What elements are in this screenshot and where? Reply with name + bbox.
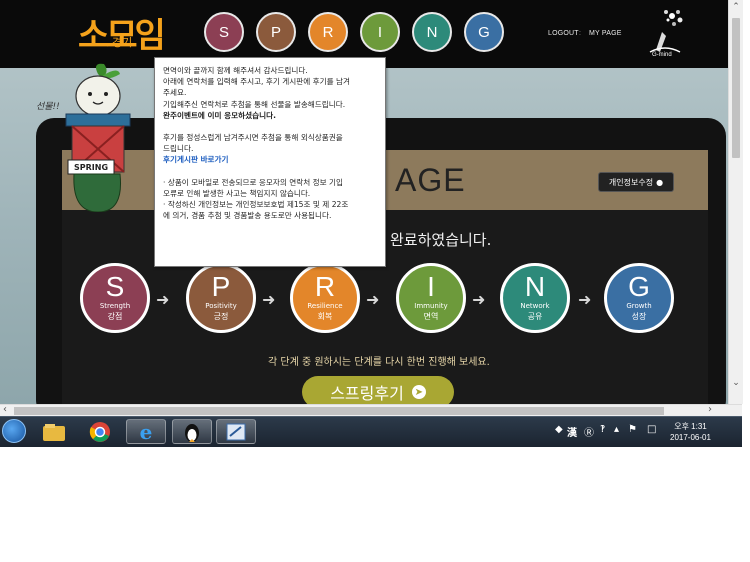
nav-p-button[interactable]: P bbox=[256, 12, 296, 52]
nav-g-button[interactable]: G bbox=[464, 12, 504, 52]
step-immunity-button[interactable]: I Immunity 면역 bbox=[396, 263, 466, 333]
step-letter: I bbox=[427, 271, 435, 302]
popup-line: 주세요. bbox=[163, 88, 187, 98]
mascot-character-icon: SPRING bbox=[65, 63, 131, 212]
chrome-icon[interactable] bbox=[80, 419, 120, 444]
step-resilience-button[interactable]: R Resilience 회복 bbox=[290, 263, 360, 333]
nav-i-button[interactable]: I bbox=[360, 12, 400, 52]
step-english: Growth bbox=[626, 302, 652, 310]
mypage-link[interactable]: MY PAGE bbox=[589, 30, 622, 37]
taskbar: e ◆ 漢 Ⓡ ‽ ▴ ⚑ □ 오후 1:31 2017-06-01 bbox=[0, 416, 742, 447]
step-korean: 긍정 bbox=[213, 312, 229, 321]
arrow-right-icon: ➜ bbox=[156, 290, 170, 309]
browser-viewport: 소모임 경기 S P R I N G LOGOUT : MY PAGE G-mi… bbox=[0, 0, 728, 404]
popup-note: · 작성하신 개인정보는 개인정보보호법 제15조 및 제 22조 bbox=[163, 200, 349, 210]
step-korean: 성장 bbox=[631, 312, 647, 321]
nav-r-button[interactable]: R bbox=[308, 12, 348, 52]
step-english: Positivity bbox=[205, 302, 237, 310]
ie-icon[interactable]: e bbox=[126, 419, 166, 444]
step-letter: P bbox=[211, 271, 231, 302]
step-positivity-button[interactable]: P Positivity 긍정 bbox=[186, 263, 256, 333]
edit-profile-button[interactable]: 개인정보수정 ● bbox=[598, 172, 674, 192]
tray-settings-icon[interactable]: ‽ bbox=[600, 424, 605, 435]
tray-network-icon[interactable]: ◆ bbox=[555, 424, 563, 435]
edit-profile-label: 개인정보수정 bbox=[608, 177, 654, 187]
tray-expand-icon[interactable]: ▴ bbox=[614, 424, 619, 435]
review-button-label: 스프링후기 bbox=[330, 384, 404, 403]
step-growth-button[interactable]: G Growth 성장 bbox=[604, 263, 674, 333]
step-korean: 강점 bbox=[107, 312, 123, 321]
arrow-right-icon: ➜ bbox=[578, 290, 592, 309]
flag-icon[interactable]: ⚑ bbox=[628, 424, 637, 435]
popup-line: 아래에 연락처를 입력해 주시고, 후기 게시판에 후기를 남겨 bbox=[163, 77, 350, 87]
instruction-text: 각 단계 중 원하시는 단계를 다시 한번 진행해 보세요. bbox=[268, 357, 490, 368]
step-english: Immunity bbox=[414, 302, 448, 310]
step-korean: 면역 bbox=[423, 312, 439, 321]
user-icon: ● bbox=[656, 177, 664, 187]
clock-date: 2017-06-01 bbox=[670, 433, 711, 442]
popup-line: 드립니다. bbox=[163, 144, 194, 154]
scroll-down-icon[interactable]: ⌄ bbox=[731, 378, 741, 388]
review-button[interactable]: 스프링후기 ➤ bbox=[302, 376, 454, 404]
horizontal-scroll-thumb[interactable] bbox=[14, 407, 664, 415]
banner-title: AGE bbox=[395, 162, 466, 198]
app-icon[interactable] bbox=[216, 419, 256, 444]
vertical-scroll-thumb[interactable] bbox=[732, 18, 740, 158]
step-english: Strength bbox=[99, 302, 131, 310]
review-board-link[interactable]: 후기게시판 바로가기 bbox=[163, 154, 377, 165]
step-letter: G bbox=[628, 271, 650, 302]
explorer-icon[interactable] bbox=[34, 419, 74, 444]
start-button[interactable] bbox=[2, 419, 26, 443]
popup-line: 면역이와 끝까지 함께 해주셔서 감사드립니다. bbox=[163, 66, 308, 75]
mascot-caption: 선물!! bbox=[36, 102, 60, 112]
scroll-up-icon[interactable]: ⌃ bbox=[731, 2, 741, 12]
logout-link[interactable]: LOGOUT bbox=[548, 30, 579, 37]
nav-n-button[interactable]: N bbox=[412, 12, 452, 52]
popup-line: 후기를 정성스럽게 남겨주시면 추첨을 통해 외식상품권을 bbox=[163, 133, 343, 143]
step-letter: N bbox=[524, 271, 546, 302]
popup-note: 에 의거, 경품 추첨 및 경품발송 용도로만 사용됩니다. bbox=[163, 211, 332, 221]
speaker-icon[interactable]: □ bbox=[647, 424, 656, 435]
system-clock[interactable]: 오후 1:31 2017-06-01 bbox=[670, 421, 711, 443]
step-network-button[interactable]: N Network 공유 bbox=[500, 263, 570, 333]
step-strength-button[interactable]: S Strength 강점 bbox=[80, 263, 150, 333]
scroll-right-icon[interactable]: › bbox=[708, 404, 712, 415]
gmind-label: G-mind bbox=[652, 52, 672, 58]
step-english: Resilience bbox=[307, 302, 343, 310]
arrow-right-icon: ➜ bbox=[366, 290, 380, 309]
completion-message: 완료하였습니다. bbox=[390, 231, 492, 249]
vertical-scrollbar[interactable]: ⌃ ⌄ bbox=[728, 0, 743, 404]
step-letter: R bbox=[314, 271, 336, 302]
popup-line: 기입해주신 연락처로 추첨을 통해 선물을 발송해드립니다. bbox=[163, 99, 346, 109]
nav-separator: : bbox=[579, 30, 582, 37]
step-korean: 회복 bbox=[317, 312, 333, 321]
step-english: Network bbox=[520, 302, 550, 310]
arrow-right-icon: ➜ bbox=[262, 290, 276, 309]
penguin-icon[interactable] bbox=[172, 419, 212, 444]
nav-s-button[interactable]: S bbox=[204, 12, 244, 52]
arrow-right-icon: ➜ bbox=[472, 290, 486, 309]
clock-time: 오후 1:31 bbox=[674, 422, 707, 431]
popup-status: 완주이벤트에 이미 응모하셨습니다. bbox=[163, 110, 276, 120]
event-popup: 면역이와 끝까지 함께 해주셔서 감사드립니다. 아래에 연락처를 입력해 주시… bbox=[154, 57, 386, 267]
tray-help-icon[interactable]: Ⓡ bbox=[584, 424, 594, 439]
tray-ime-icon[interactable]: 漢 bbox=[567, 424, 577, 439]
scroll-left-icon[interactable]: ‹ bbox=[3, 404, 7, 415]
step-korean: 공유 bbox=[527, 312, 543, 321]
step-letter: S bbox=[105, 271, 125, 302]
popup-note: · 상품이 모바일로 전송되므로 응모자의 연락처 정보 기입 bbox=[163, 177, 343, 187]
arrow-circle-icon: ➤ bbox=[411, 385, 426, 399]
mascot-label: SPRING bbox=[74, 163, 108, 172]
site-logo-sub: 경기 bbox=[112, 36, 133, 49]
popup-note: 오류로 인해 발생한 사고는 책임지지 않습니다. bbox=[163, 188, 311, 198]
